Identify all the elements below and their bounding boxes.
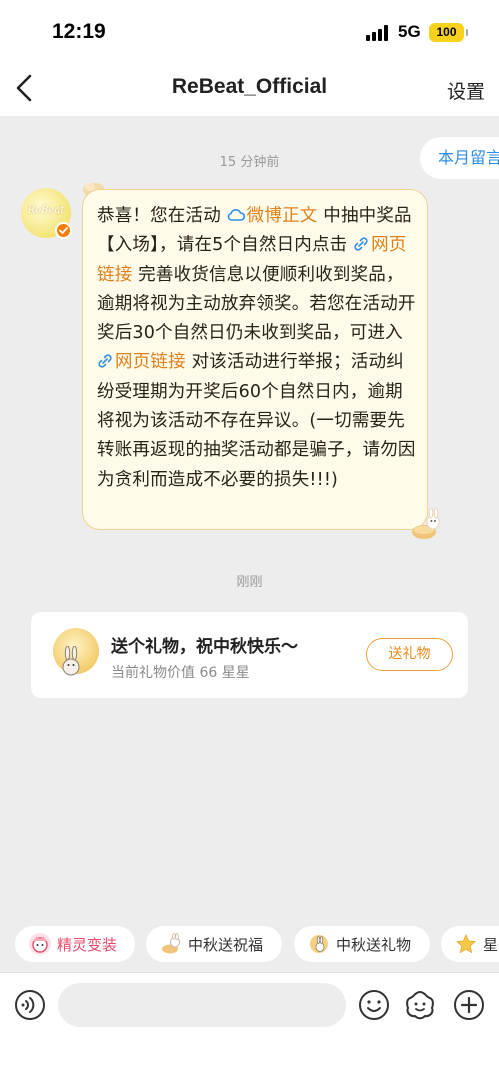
star-icon	[455, 933, 477, 955]
nav-bar: ReBeat_Official 设置	[0, 62, 499, 116]
gift-value-text: 当前礼物价值 66 星星	[111, 665, 250, 681]
avatar-logo-text: ReBeat	[27, 205, 65, 216]
voice-icon[interactable]	[14, 989, 46, 1021]
page-title: ReBeat_Official	[171, 75, 328, 98]
cloud-icon	[227, 209, 245, 221]
network-type: 5G	[398, 22, 421, 41]
message-text: 对该活动进行举报；活动纠纷受理期为开奖后60个自然日内，逾期将视为该活动不存在异…	[97, 352, 416, 490]
status-bar: 12:19 5G 100	[0, 0, 499, 62]
plus-icon[interactable]	[453, 989, 485, 1021]
quick-action-label: 星星	[483, 935, 499, 954]
rabbit-mooncake-decoration-icon	[412, 508, 440, 539]
rabbit-icon	[62, 646, 80, 676]
link-icon	[354, 237, 368, 251]
quick-action-festival-gifts[interactable]: 中秋送礼物	[294, 926, 430, 962]
emoji-icon[interactable]	[358, 989, 390, 1021]
mooncake-rabbit-icon	[160, 933, 182, 955]
message-timestamp: 15 分钟前	[219, 155, 280, 170]
message-input[interactable]	[58, 983, 346, 1027]
input-bar	[0, 972, 499, 1080]
web-link[interactable]: 网页链接	[97, 352, 186, 372]
verified-badge-icon	[55, 222, 72, 239]
quick-action-festival-wishes[interactable]: 中秋送祝福	[146, 926, 282, 962]
message-text: 恭喜！您在活动	[97, 206, 227, 226]
message-bubble: 恭喜！您在活动 微博正文 中抽中奖品【入场】，请在5个自然日内点击 网页链接 完…	[82, 189, 428, 530]
battery-icon: 100	[429, 23, 468, 42]
signal-icon	[366, 25, 391, 41]
gift-title: 送个礼物，祝中秋快乐～	[111, 637, 298, 657]
avatar[interactable]: ReBeat	[21, 188, 72, 239]
quick-action-label: 中秋送祝福	[188, 935, 264, 954]
message-text: 完善收货信息以便顺利收到奖品，逾期将视为主动放弃领奖。若您在活动开奖后30个自然…	[97, 264, 416, 344]
message-timestamp: 刚刚	[236, 575, 263, 590]
quick-action-stars[interactable]: 星星	[441, 926, 499, 962]
quick-actions-bar: 精灵变装 中秋送祝福 中秋送礼物 星星	[15, 926, 499, 964]
link-icon	[98, 354, 112, 369]
send-gift-button[interactable]: 送礼物	[366, 638, 453, 671]
quick-action-label: 精灵变装	[57, 935, 118, 954]
weibo-post-link[interactable]: 微博正文	[227, 206, 318, 226]
elf-icon	[29, 933, 51, 955]
gift-card: 送个礼物，祝中秋快乐～ 当前礼物价值 66 星星 送礼物	[31, 612, 468, 698]
quick-action-elf-costume[interactable]: 精灵变装	[15, 926, 135, 962]
sticker-icon[interactable]	[404, 989, 436, 1021]
moon-rabbit-icon	[308, 933, 330, 955]
quick-action-label: 中秋送礼物	[336, 935, 412, 954]
status-time: 12:19	[52, 20, 106, 43]
settings-button[interactable]: 设置	[447, 77, 485, 104]
